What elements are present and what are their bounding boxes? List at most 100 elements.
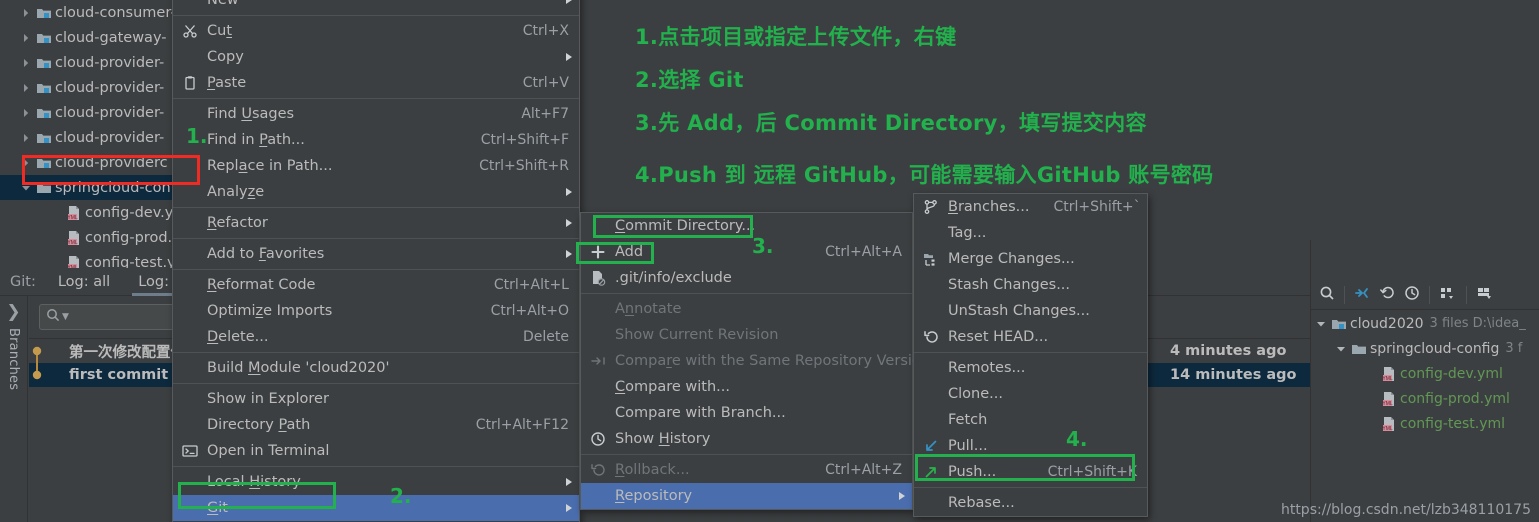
context-menu-item-replace-in-path[interactable]: Replace in Path... Ctrl+Shift+R [173,153,579,179]
chevron-down-icon[interactable] [18,183,33,193]
context-menu-item-new[interactable]: New [173,0,579,13]
changes-tree-item[interactable]: cloud2020 3 files D:\idea_ [1311,311,1539,336]
yml-file-icon: YML [63,230,85,246]
git-submenu-item-label: Compare with... [615,379,730,395]
search-dropdown-icon[interactable]: ▼ [62,312,69,322]
module-folder-icon [33,55,55,71]
project-tree-item-label: cloud-consumer-or [55,4,172,21]
git-submenu-item-compare-with[interactable]: Compare with... [581,374,912,400]
context-menu-item-copy[interactable]: Copy [173,44,579,70]
context-menu-item-reformat-code[interactable]: Reformat Code Ctrl+Alt+L [173,272,579,298]
project-tree-item[interactable]: cloud-provider- [0,50,172,75]
changes-tree-item[interactable]: YML config-dev.yml [1311,361,1539,386]
git-submenu-item-show-history[interactable]: Show History [581,426,912,452]
context-menu-item-label: Directory Path [207,417,311,433]
repository-submenu-item-merge-changes[interactable]: Merge Changes... [914,246,1147,272]
submenu-arrow-icon [566,250,572,258]
context-menu-item-git[interactable]: Git [173,495,579,521]
revert-icon[interactable] [1379,285,1395,305]
git-submenu-item-add[interactable]: Add Ctrl+Alt+A [581,239,912,265]
context-menu-item-paste[interactable]: Paste Ctrl+V [173,70,579,96]
project-tree-item[interactable]: YML config-prod.y [0,225,172,250]
project-tree-item[interactable]: YML config-dev.yr [0,200,172,225]
menu-separator [173,269,579,270]
context-menu[interactable]: New Cut Ctrl+X Copy Paste Ctrl+V Find Usages Al… [172,0,580,522]
submenu-arrow-icon [566,504,572,512]
context-menu-item-delete[interactable]: Delete... Delete [173,324,579,350]
context-menu-item-open-in-terminal[interactable]: Open in Terminal [173,438,579,464]
context-menu-item-directory-path[interactable]: Directory Path Ctrl+Alt+F12 [173,412,579,438]
git-submenu-item-git-info-exclude[interactable]: .git/info/exclude [581,265,912,291]
repository-submenu-item-stash-changes[interactable]: Stash Changes... [914,272,1147,298]
project-tree-item[interactable]: cloud-provider- [0,75,172,100]
chevron-right-icon[interactable] [18,158,33,168]
branches-rail[interactable]: ❯ Branches [0,296,28,522]
git-submenu-item-label: Commit Directory... [615,218,756,234]
changes-tree-item[interactable]: YML config-prod.yml [1311,386,1539,411]
context-menu-item-cut[interactable]: Cut Ctrl+X [173,18,579,44]
repository-submenu-item-reset-head[interactable]: Reset HEAD... [914,324,1147,350]
context-menu-item-analyze[interactable]: Analyze [173,179,579,205]
git-submenu-item-annotate: Annotate [581,296,912,322]
menu-separator [173,238,579,239]
search-icon[interactable] [1319,285,1335,305]
collapse-selection-icon[interactable] [1354,285,1370,305]
repository-submenu-item-rebase[interactable]: Rebase... [914,490,1147,516]
step-marker-2: 2. [390,484,412,508]
repository-submenu-item-remotes[interactable]: Remotes... [914,355,1147,381]
chevron-down-icon[interactable] [1313,319,1328,329]
git-submenu-item-commit-directory[interactable]: Commit Directory... [581,213,912,239]
changes-tree-item[interactable]: springcloud-config 3 f [1311,336,1539,361]
changes-tree-item-label: config-prod.yml [1400,390,1510,407]
project-tree-item[interactable]: cloud-gateway- [0,25,172,50]
project-tree-item[interactable]: cloud-provider- [0,100,172,125]
repository-submenu-item-unstash-changes[interactable]: UnStash Changes... [914,298,1147,324]
history-icon[interactable] [1404,285,1420,305]
git-submenu-item-compare-with-branch[interactable]: Compare with Branch... [581,400,912,426]
repository-submenu-item-tag[interactable]: Tag... [914,220,1147,246]
project-tree-item[interactable]: YML config-test.yr [0,250,172,268]
git-submenu-item-label: Compare with the Same Repository Version [615,353,930,369]
chevron-right-icon[interactable] [18,133,33,143]
git-submenu-item-label: Annotate [615,301,682,317]
chevron-right-icon[interactable] [18,108,33,118]
project-tree-item[interactable]: cloud-consumer-or [0,0,172,25]
git-submenu-item-compare-with-the-same-repository-version: Compare with the Same Repository Version [581,348,930,374]
chevron-right-icon[interactable] [18,33,33,43]
expand-chevron-icon[interactable]: ❯ [6,302,20,322]
project-tree[interactable]: cloud-consumer-or cloud-gateway-cloud-pro… [0,0,172,268]
repository-submenu-item-branches[interactable]: Branches... Ctrl+Shift+` [914,194,1147,220]
context-menu-item-local-history[interactable]: Local History [173,469,579,495]
chevron-down-icon[interactable] [1333,344,1348,354]
repository-submenu-item-push[interactable]: Push... Ctrl+Shift+K [914,459,1147,485]
chevron-right-icon[interactable] [18,58,33,68]
group-by-icon[interactable] [1439,285,1457,305]
annotation-note-1: 1.点击项目或指定上传文件，右键 [635,25,957,49]
chevron-right-icon[interactable] [18,83,33,93]
chevron-right-icon[interactable] [18,8,33,18]
context-menu-item-refactor[interactable]: Refactor [173,210,579,236]
changes-tree-item[interactable]: YML config-test.yml [1311,411,1539,436]
context-menu-item-find-usages[interactable]: Find Usages Alt+F7 [173,101,579,127]
context-menu-item-label: Find Usages [207,106,295,122]
context-menu-item-build-module-cloud2020[interactable]: Build Module 'cloud2020' [173,355,579,381]
context-menu-item-shortcut: Ctrl+Shift+F [480,132,569,148]
context-menu-item-show-in-explorer[interactable]: Show in Explorer [173,386,579,412]
view-options-icon[interactable] [1476,285,1494,305]
context-menu-item-add-to-favorites[interactable]: Add to Favorites [173,241,579,267]
project-tree-item[interactable]: cloud-providerc [0,150,172,175]
context-menu-item-find-in-path[interactable]: Find in Path... Ctrl+Shift+F [173,127,579,153]
repository-submenu-item-clone[interactable]: Clone... [914,381,1147,407]
context-menu-item-label: New [207,0,239,8]
repository-submenu-item-pull[interactable]: Pull... [914,433,1147,459]
tab-log-all[interactable]: Log: all [44,268,124,296]
context-menu-item-optimize-imports[interactable]: Optimize Imports Ctrl+Alt+O [173,298,579,324]
project-tree-item[interactable]: cloud-provider- [0,125,172,150]
repository-submenu[interactable]: Branches... Ctrl+Shift+` Tag... Merge Chang… [913,193,1148,517]
git-submenu[interactable]: Commit Directory... Add Ctrl+Alt+A .git/inf… [580,212,930,510]
repository-submenu-item-fetch[interactable]: Fetch [914,407,1147,433]
project-tree-item[interactable]: springcloud-con [0,175,172,200]
git-submenu-item-repository[interactable]: Repository [581,483,912,509]
changes-tree[interactable]: cloud2020 3 files D:\idea_ springcloud-con… [1311,311,1539,436]
annotation-note-4: 4.Push 到 远程 GitHub，可能需要输入GitHub 账号密码 [635,163,1214,187]
